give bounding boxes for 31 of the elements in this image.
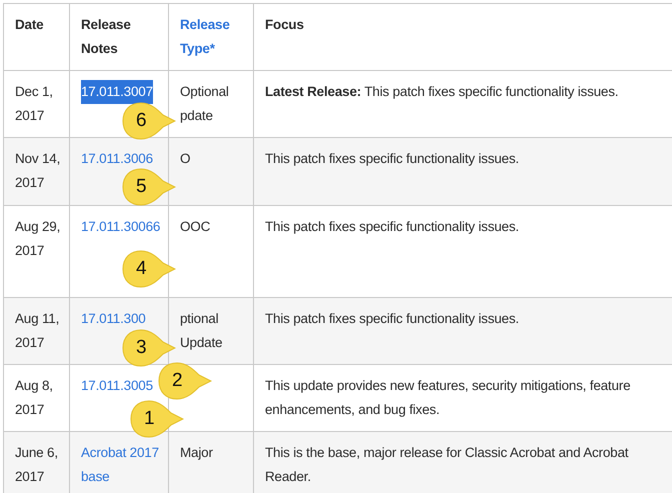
release-notes-link[interactable]: 17.011.30066: [81, 215, 160, 239]
release-notes-link[interactable]: 17.011.3005: [81, 374, 153, 398]
focus-cell-text: This patch fixes specific functionality issues.: [265, 218, 520, 236]
date-cell-text: Nov 14, 2017: [15, 150, 62, 192]
date-cell-text: Dec 1, 2017: [15, 83, 54, 125]
date-cell-text: Aug 11, 2017: [15, 310, 60, 352]
focus-cell-text: This patch fixes specific functionality issues.: [265, 310, 520, 328]
release-type-cell-text: ptional Update: [180, 310, 224, 352]
focus-cell-text: This patch fixes specific functionality issues.: [265, 150, 520, 168]
callout-badge: 5: [122, 168, 176, 206]
release-type-cell-text: OOC: [180, 218, 212, 236]
callout-badge: 3: [122, 329, 176, 367]
callout-badge: 2: [158, 362, 212, 400]
column-header: Release Notes: [81, 16, 132, 58]
release-notes-link[interactable]: 17.011.300: [81, 307, 146, 331]
release-notes-link[interactable]: 17.011.3006: [81, 147, 153, 171]
release-type-cell-text: O: [180, 150, 192, 168]
date-cell-text: Aug 29, 2017: [15, 218, 62, 260]
callout-badge: 6: [122, 102, 176, 140]
release-notes-link[interactable]: 17.011.3007: [81, 80, 153, 104]
column-header: Date: [15, 16, 44, 34]
date-cell-text: June 6, 2017: [15, 444, 59, 486]
callout-badge: 4: [122, 250, 176, 288]
date-cell-text: Aug 8, 2017: [15, 377, 54, 419]
column-header: Focus: [265, 16, 305, 34]
focus-cell-text: This is the base, major release for Classic Acrobat and Acrobat Reader.: [265, 444, 630, 486]
release-type-cell-text: Major: [180, 444, 214, 462]
focus-cell-text: Latest Release: This patch fixes specific functionality issues.: [265, 83, 620, 101]
release-type-cell-text: Optional pdate: [180, 83, 230, 125]
callout-badge: 1: [130, 400, 184, 438]
focus-cell-text: This update provides new features, security mitigations, feature enhancements, and bug fixes.: [265, 377, 632, 419]
